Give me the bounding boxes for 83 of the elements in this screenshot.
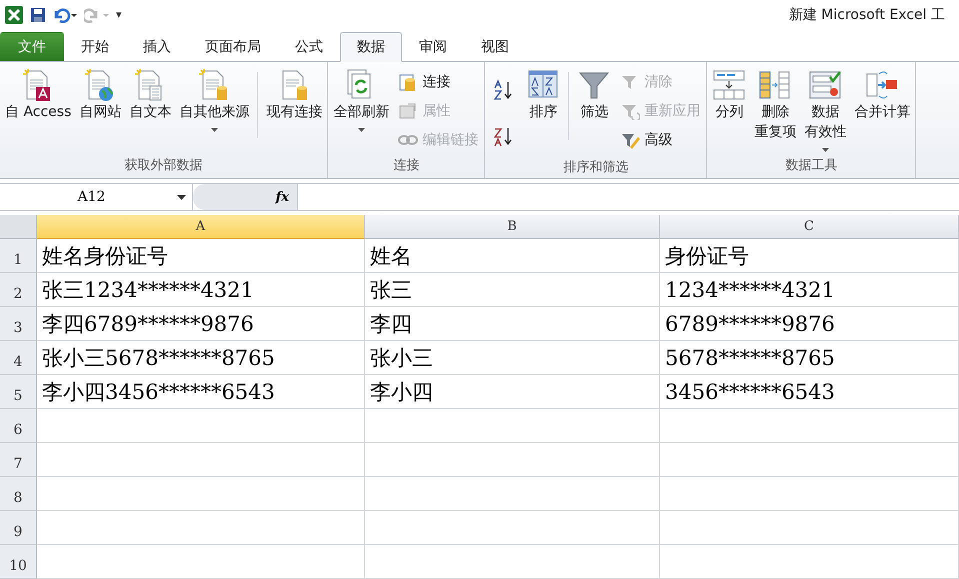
row-header[interactable]: 9 — [0, 511, 37, 545]
ribbon-button[interactable]: 全部刷新 — [330, 68, 392, 132]
ribbon-button[interactable]: 自文本 — [126, 68, 174, 122]
table-cell[interactable] — [37, 443, 365, 477]
group-label: 数据工具 — [784, 157, 838, 176]
table-cell[interactable] — [660, 443, 959, 477]
name-box[interactable]: A12 — [0, 184, 193, 210]
row-header[interactable]: 7 — [0, 443, 37, 477]
ribbon-button[interactable]: 自网站 — [76, 68, 124, 122]
window-title: 新建 Microsoft Excel 工 — [788, 6, 945, 24]
ribbon-tab[interactable]: 页面布局 — [188, 31, 278, 62]
table-cell[interactable] — [365, 511, 660, 545]
table-cell[interactable] — [37, 511, 365, 545]
row-header[interactable]: 6 — [0, 409, 37, 443]
table-cell[interactable]: 5678******8765 — [660, 341, 959, 375]
table-cell[interactable] — [660, 511, 959, 545]
insert-function-button[interactable]: fx — [193, 184, 298, 210]
file-tab[interactable]: 文件 — [0, 32, 64, 62]
save-button[interactable] — [30, 6, 46, 23]
table-cell[interactable] — [660, 477, 959, 511]
ribbon-tab[interactable]: 公式 — [278, 31, 340, 62]
table-cell[interactable] — [660, 409, 959, 443]
table-cell[interactable]: 3456******6543 — [660, 375, 959, 409]
row-header[interactable]: 4 — [0, 341, 37, 375]
ribbon-button[interactable]: 自其他来源 — [176, 68, 252, 132]
table-cell[interactable]: 李小四 — [365, 375, 660, 409]
row-header[interactable]: 1 — [0, 239, 37, 273]
select-all-corner[interactable] — [0, 215, 37, 239]
ribbon-button[interactable]: 合并计算 — [851, 68, 914, 122]
row-header[interactable]: 3 — [0, 307, 37, 341]
table-cell[interactable]: 张三1234******4321 — [37, 273, 365, 307]
ribbon-button[interactable]: 分列 — [709, 68, 750, 122]
undo-button[interactable] — [52, 6, 78, 23]
redo-button[interactable] — [84, 6, 110, 23]
ribbon-button[interactable]: 数据 有效性 — [801, 68, 850, 152]
table-cell[interactable] — [365, 443, 660, 477]
table-cell[interactable]: 1234******4321 — [660, 273, 959, 307]
row-header[interactable]: 10 — [0, 545, 37, 579]
table-cell[interactable]: 张小三 — [365, 341, 660, 375]
spreadsheet-app-icon — [4, 4, 24, 25]
ribbon-button[interactable]: 自 Access — [2, 68, 74, 122]
table-cell[interactable]: 姓名 — [365, 239, 660, 273]
ribbon-small-button[interactable]: 高级 — [620, 126, 700, 154]
table-cell[interactable] — [365, 545, 660, 579]
group-label: 排序和筛选 — [562, 159, 630, 178]
ribbon-tab[interactable]: 视图 — [464, 31, 526, 62]
ribbon-button[interactable]: 现有连接 — [263, 68, 326, 122]
table-cell[interactable]: 李四 — [365, 307, 660, 341]
ribbon-tab[interactable]: 数据 — [340, 32, 402, 62]
table-cell[interactable]: 6789******9876 — [660, 307, 959, 341]
column-header[interactable]: A — [37, 215, 365, 239]
table-cell[interactable]: 张三 — [365, 273, 660, 307]
ribbon-button[interactable]: 删除 重复项 — [751, 68, 800, 142]
table-cell[interactable] — [365, 477, 660, 511]
table-cell[interactable]: 李四6789******9876 — [37, 307, 365, 341]
column-header[interactable]: B — [365, 215, 660, 239]
dropdown-caret-icon — [177, 194, 186, 200]
ribbon-tab[interactable]: 插入 — [126, 31, 188, 62]
ribbon-tab[interactable]: 审阅 — [402, 31, 464, 62]
ribbon-button[interactable]: 筛选 — [574, 68, 614, 122]
undo-arrow-icon — [52, 6, 78, 23]
properties-icon — [398, 102, 418, 120]
split-columns-icon — [712, 68, 746, 102]
column-header[interactable]: C — [660, 215, 959, 239]
table-cell[interactable]: 张小三5678******8765 — [37, 341, 365, 375]
group-label: 获取外部数据 — [124, 157, 204, 176]
customize-toolbar-button[interactable]: ▾ — [116, 8, 122, 22]
table-cell[interactable] — [37, 545, 365, 579]
ribbon-button[interactable]: 排序 — [523, 68, 564, 122]
row-header[interactable]: 5 — [0, 375, 37, 409]
ribbon-tab[interactable]: 开始 — [64, 31, 126, 62]
group-label: 连接 — [392, 157, 420, 176]
table-cell[interactable] — [660, 545, 959, 579]
ribbon-small-button[interactable]: 连接 — [398, 68, 478, 96]
table-cell[interactable]: 姓名身份证号 — [37, 239, 365, 273]
table-cell[interactable]: 身份证号 — [660, 239, 959, 273]
table-cell[interactable]: 李小四3456******6543 — [37, 375, 365, 409]
table-cell[interactable] — [365, 409, 660, 443]
row-header[interactable]: 8 — [0, 477, 37, 511]
table-cell[interactable] — [37, 477, 365, 511]
table-cell[interactable] — [37, 409, 365, 443]
row-header[interactable]: 2 — [0, 273, 37, 307]
redo-arrow-icon — [84, 6, 110, 23]
